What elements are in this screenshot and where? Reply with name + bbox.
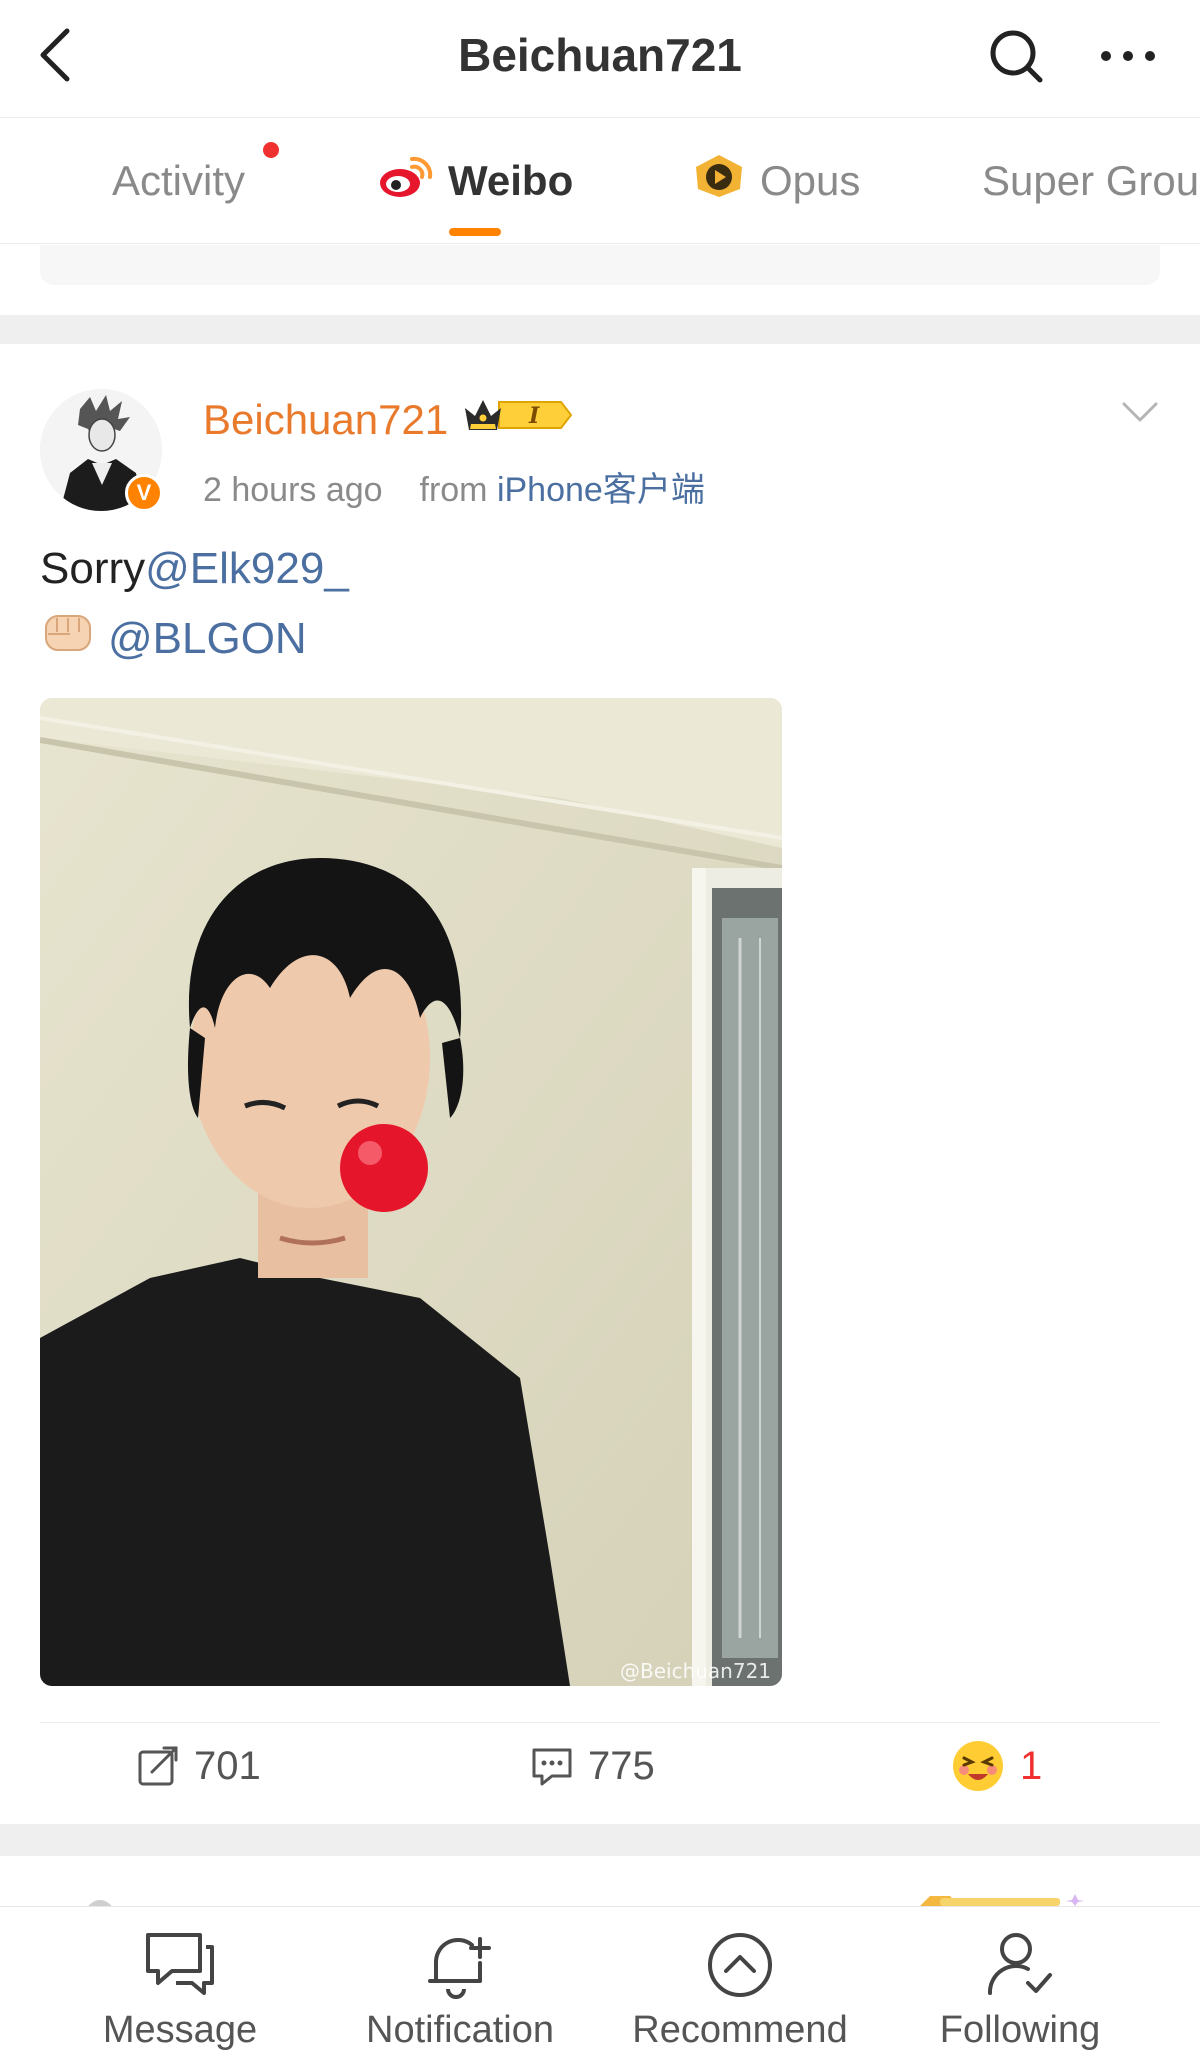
active-tab-indicator [449,228,501,236]
post-text: Sorry [40,544,146,593]
crown-level-icon: I [465,400,573,430]
search-icon [990,30,1043,83]
fist-emoji-icon [40,610,96,667]
selfie-photo: @Beichuan721 [40,698,782,1686]
weibo-logo-icon [378,153,434,209]
divider [40,1722,1160,1723]
nav-label: Message [102,2009,258,2051]
post-image[interactable]: @Beichuan721 [40,698,782,1686]
message-icon [146,1933,214,1995]
more-dots-icon [1101,51,1155,61]
notification-dot [263,142,279,158]
bottom-navigation: Message Notification Recommend Following [0,1906,1200,2066]
search-button[interactable] [988,28,1044,84]
chevron-up-circle-icon [708,1933,772,1997]
repost-count: 701 [194,1743,261,1788]
section-gap [0,1824,1200,1856]
more-button[interactable] [1098,28,1158,84]
section-gap [0,315,1200,344]
tab-activity[interactable]: Activity [112,118,279,243]
post-source[interactable]: iPhone客户端 [497,471,705,509]
top-bar: Beichuan721 [0,0,1200,118]
bell-plus-icon [428,1937,491,1999]
repost-icon [138,1746,178,1786]
verified-badge: V [125,474,163,512]
post-username[interactable]: Beichuan721 [203,396,448,444]
nav-label: Following [939,2009,1101,2051]
post-meta: 2 hours ago from iPhone客户端 [203,462,705,511]
laughing-emoji-icon [953,1741,1003,1791]
mention-link[interactable]: @BLGON [108,614,307,664]
weibo-post-card: V Beichuan721 I 2 hours ago from iPhone客… [0,344,1200,1824]
profile-tabs: Activity Weibo Opus Super Grou [0,118,1200,244]
nav-following[interactable]: Following [870,1907,1170,2066]
tab-label: Weibo [448,157,574,204]
nav-label: Notification [366,2009,554,2051]
tab-opus[interactable]: Opus [692,118,861,243]
user-check-icon [987,1933,1052,1995]
mention-link[interactable]: @Elk929_ [145,544,349,593]
membership-crown-badge[interactable]: I [463,396,575,439]
tab-label: Opus [760,157,861,204]
nav-notification[interactable]: Notification [310,1907,610,2066]
tab-super-group[interactable]: Super Grou [982,118,1200,243]
tab-label: Super Grou [982,157,1200,204]
comment-icon [532,1748,572,1786]
next-post-preview [0,1856,1200,1928]
svg-text:I: I [528,403,540,429]
nav-message[interactable]: Message [30,1907,330,2066]
avatar[interactable]: V [40,389,163,512]
like-count: 1 [1020,1743,1043,1788]
nav-label: Recommend [632,2009,848,2051]
from-label: from [419,471,488,509]
repost-button[interactable]: 701 [136,1726,261,1806]
comment-button[interactable]: 775 [530,1726,655,1806]
post-text-line-1: Sorry@Elk929_ [40,544,349,594]
nav-recommend[interactable]: Recommend [590,1907,890,2066]
opus-play-icon [692,153,746,209]
image-watermark: @Beichuan721 [620,1659,771,1683]
tab-label: Activity [112,157,246,204]
comment-count: 775 [588,1743,655,1788]
post-options-button[interactable] [1120,400,1160,429]
next-post-badge-peek [86,1894,1084,1928]
collapsed-card-edge [40,245,1160,285]
post-time: 2 hours ago [203,471,383,509]
chevron-down-icon [1122,402,1158,422]
post-text-line-2: @BLGON [40,610,307,667]
like-button[interactable]: 1 [950,1726,1042,1806]
tab-weibo[interactable]: Weibo [378,118,574,243]
